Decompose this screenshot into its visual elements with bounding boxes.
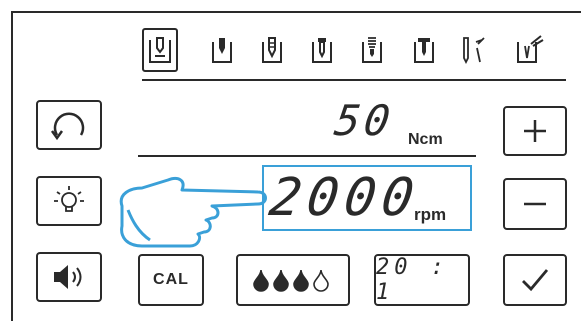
pointing-hand-icon	[119, 176, 267, 248]
reverse-button[interactable]	[36, 100, 102, 150]
tool-2-glyph	[212, 38, 232, 63]
ratio-label: 20 : 1	[376, 255, 449, 305]
coolant-drops-icon	[253, 269, 329, 292]
tool-3-glyph	[262, 37, 282, 63]
increase-button[interactable]	[503, 106, 567, 156]
calibrate-button[interactable]: CAL	[138, 254, 204, 306]
tool-8-icon[interactable]	[512, 28, 548, 72]
tool-1-glyph	[149, 37, 171, 63]
calibrate-label: CAL	[153, 271, 189, 288]
rotate-direction-icon	[50, 112, 85, 141]
sound-button[interactable]	[36, 252, 102, 302]
tool-3-icon[interactable]	[254, 28, 290, 72]
torque-underline	[138, 155, 476, 157]
light-button[interactable]	[36, 176, 102, 226]
checkmark-icon	[522, 269, 549, 292]
drop-filled-icon	[273, 269, 289, 292]
tool-2-icon[interactable]	[204, 28, 240, 72]
light-bulb-icon	[54, 186, 84, 212]
tool-row-underline	[142, 79, 566, 81]
tool-7-icon[interactable]	[456, 28, 492, 72]
confirm-button[interactable]	[503, 254, 567, 306]
tool-4-glyph	[312, 38, 332, 63]
tool-8-glyph	[517, 35, 544, 63]
torque-unit: Ncm	[408, 131, 443, 148]
tool-6-glyph	[414, 38, 434, 63]
tool-7-glyph	[463, 37, 485, 65]
drop-empty-icon	[313, 269, 329, 292]
speed-unit: rpm	[414, 205, 447, 224]
speed-value: 2000	[265, 168, 424, 228]
plus-icon	[524, 120, 546, 142]
tool-5-icon[interactable]	[354, 28, 390, 72]
tool-selector-row	[142, 28, 566, 76]
tool-6-icon[interactable]	[406, 28, 442, 72]
drop-filled-icon	[253, 269, 269, 292]
speaker-icon	[54, 265, 82, 289]
drop-filled-icon	[293, 269, 309, 292]
coolant-button[interactable]	[236, 254, 350, 306]
torque-value: 50	[331, 96, 398, 145]
tool-4-icon[interactable]	[304, 28, 340, 72]
ratio-button[interactable]: 20 : 1	[374, 254, 470, 306]
decrease-button[interactable]	[503, 178, 567, 230]
tool-1-icon[interactable]	[142, 28, 178, 72]
tool-5-glyph	[362, 37, 382, 63]
control-panel: 50 Ncm 2000 rpm CAL 20 : 1	[0, 0, 581, 321]
minus-icon	[524, 202, 546, 206]
